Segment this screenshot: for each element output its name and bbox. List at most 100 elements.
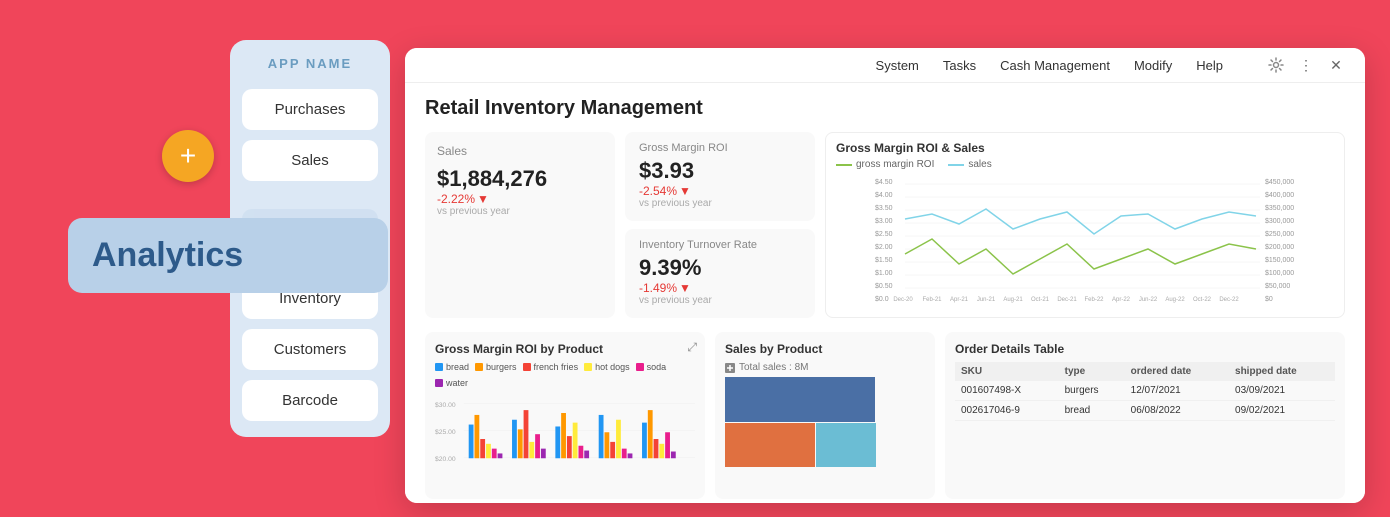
legend-gross-margin: gross margin ROI [836,159,934,170]
svg-text:$2.50: $2.50 [875,231,893,238]
svg-text:$200,000: $200,000 [1265,244,1294,251]
menu-tasks[interactable]: Tasks [943,58,976,73]
menu-bar: System Tasks Cash Management Modify Help… [405,48,1365,83]
svg-text:$0.0: $0.0 [875,296,889,303]
svg-text:$4.50: $4.50 [875,179,893,186]
legend-french-fries: french fries [523,362,579,372]
svg-text:Jun-21: Jun-21 [977,297,996,303]
order-details-card: Order Details Table SKU type ordered dat… [945,332,1345,499]
svg-text:$0: $0 [1265,296,1273,303]
sidebar-item-barcode[interactable]: Barcode [242,380,378,421]
svg-text:$25.00: $25.00 [435,429,456,436]
col-type: type [1059,362,1125,381]
svg-text:$4.00: $4.00 [875,192,893,199]
gross-margin-title: Gross Margin ROI [639,142,801,154]
svg-text:$400,000: $400,000 [1265,192,1294,199]
total-sales-label: Total sales : 8M [725,362,925,373]
shipped-1: 03/09/2021 [1229,381,1335,401]
svg-text:$100,000: $100,000 [1265,270,1294,277]
sku-1: 001607498-X [955,381,1059,401]
svg-text:Feb-21: Feb-21 [922,297,942,303]
svg-text:$50,000: $50,000 [1265,283,1290,290]
col-ordered: ordered date [1125,362,1229,381]
svg-text:Dec-20: Dec-20 [893,297,913,303]
svg-text:Apr-22: Apr-22 [1112,297,1131,303]
bar-legend: bread burgers french fries hot dogs [435,362,695,388]
svg-text:$1.50: $1.50 [875,257,893,264]
svg-text:$350,000: $350,000 [1265,205,1294,212]
order-details-title: Order Details Table [955,342,1335,356]
ordered-1: 12/07/2021 [1125,381,1229,401]
inventory-turnover-card: Inventory Turnover Rate 9.39% -1.49%▼ vs… [625,229,815,318]
sales-by-product-title: Sales by Product [725,342,925,356]
svg-text:Aug-22: Aug-22 [1165,297,1185,303]
menu-system[interactable]: System [876,58,919,73]
shipped-2: 09/02/2021 [1229,401,1335,421]
expand-icon[interactable]: ⤢ [687,340,697,355]
inventory-turnover-value: 9.39% [639,255,801,281]
legend-burgers: burgers [475,362,517,372]
legend-water: water [435,378,468,388]
sales-by-product-card: Sales by Product Total sales : 8M [715,332,935,499]
more-icon[interactable]: ⋮ [1297,56,1315,74]
bar-chart-svg: $30.00 $25.00 $20.00 [435,394,695,484]
add-button[interactable]: + [162,130,214,182]
svg-text:$250,000: $250,000 [1265,231,1294,238]
sales-value: $1,884,276 [437,166,603,192]
svg-text:Oct-21: Oct-21 [1031,297,1050,303]
analytics-label: Analytics [68,218,388,293]
main-window: System Tasks Cash Management Modify Help… [405,48,1365,503]
sidebar-item-customers[interactable]: Customers [242,329,378,370]
kpi-column: Gross Margin ROI $3.93 -2.54%▼ vs previo… [625,132,815,318]
type-2: bread [1059,401,1125,421]
menu-modify[interactable]: Modify [1134,58,1172,73]
inventory-turnover-title: Inventory Turnover Rate [639,239,801,251]
legend-bread: bread [435,362,469,372]
svg-text:Feb-22: Feb-22 [1084,297,1104,303]
svg-text:$3.00: $3.00 [875,218,893,225]
ordered-2: 06/08/2022 [1125,401,1229,421]
content-area: Retail Inventory Management Sales $1,884… [405,83,1365,503]
svg-text:Dec-22: Dec-22 [1219,297,1239,303]
gross-margin-card: Gross Margin ROI $3.93 -2.54%▼ vs previo… [625,132,815,221]
page-title: Retail Inventory Management [425,97,1345,120]
svg-text:Dec-21: Dec-21 [1057,297,1077,303]
gross-margin-vs: vs previous year [639,198,801,209]
sales-product-chart [725,377,925,467]
menu-cash-management[interactable]: Cash Management [1000,58,1110,73]
dashboard-grid: Sales $1,884,276 -2.22%▼ vs previous yea… [425,132,1345,499]
table-row: 002617046-9 bread 06/08/2022 09/02/2021 [955,401,1335,421]
settings-icon[interactable] [1267,56,1285,74]
gross-margin-change: -2.54%▼ [639,184,801,198]
close-icon[interactable]: ✕ [1327,56,1345,74]
sku-2: 002617046-9 [955,401,1059,421]
legend-sales: sales [948,159,991,170]
sidebar-item-purchases[interactable]: Purchases [242,89,378,130]
svg-text:$300,000: $300,000 [1265,218,1294,225]
app-name: APP NAME [242,56,378,71]
gross-margin-product-title: Gross Margin ROI by Product [435,342,695,356]
legend-hot-dogs: hot dogs [584,362,630,372]
svg-text:Oct-22: Oct-22 [1193,297,1212,303]
col-sku: SKU [955,362,1059,381]
line-chart-area: Gross Margin ROI & Sales gross margin RO… [825,132,1345,318]
legend-soda: soda [636,362,667,372]
sidebar-item-sales[interactable]: Sales [242,140,378,181]
bottom-row: Gross Margin ROI by Product ⤢ bread burg… [425,332,1345,499]
menu-help[interactable]: Help [1196,58,1223,73]
svg-text:$30.00: $30.00 [435,402,456,409]
sales-vs: vs previous year [437,206,603,217]
svg-text:Jun-22: Jun-22 [1139,297,1158,303]
order-table: SKU type ordered date shipped date 00160… [955,362,1335,421]
svg-text:$450,000: $450,000 [1265,179,1294,186]
inventory-turnover-vs: vs previous year [639,295,801,306]
svg-text:$2.00: $2.00 [875,244,893,251]
svg-text:Aug-21: Aug-21 [1003,297,1023,303]
inventory-turnover-change: -1.49%▼ [639,281,801,295]
svg-text:$150,000: $150,000 [1265,257,1294,264]
svg-text:$20.00: $20.00 [435,456,456,463]
gross-margin-value: $3.93 [639,158,801,184]
col-shipped: shipped date [1229,362,1335,381]
svg-text:Apr-21: Apr-21 [950,297,969,303]
line-chart-svg: $4.50 $4.00 $3.50 $3.00 $2.50 $2.00 $1.5… [836,174,1334,304]
